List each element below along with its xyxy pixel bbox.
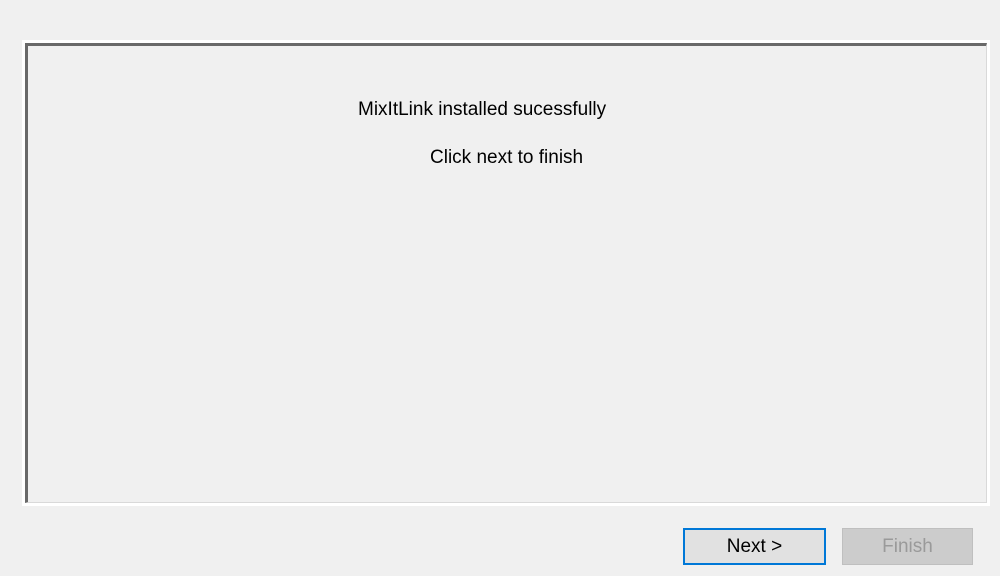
content-panel: MixItLink installed sucessfully Click ne… [22,40,990,506]
content-panel-inner: MixItLink installed sucessfully Click ne… [25,43,987,503]
next-button[interactable]: Next > [683,528,826,565]
instruction-message: Click next to finish [430,147,584,168]
finish-button[interactable]: Finish [842,528,973,565]
install-success-message: MixItLink installed sucessfully [358,99,607,120]
